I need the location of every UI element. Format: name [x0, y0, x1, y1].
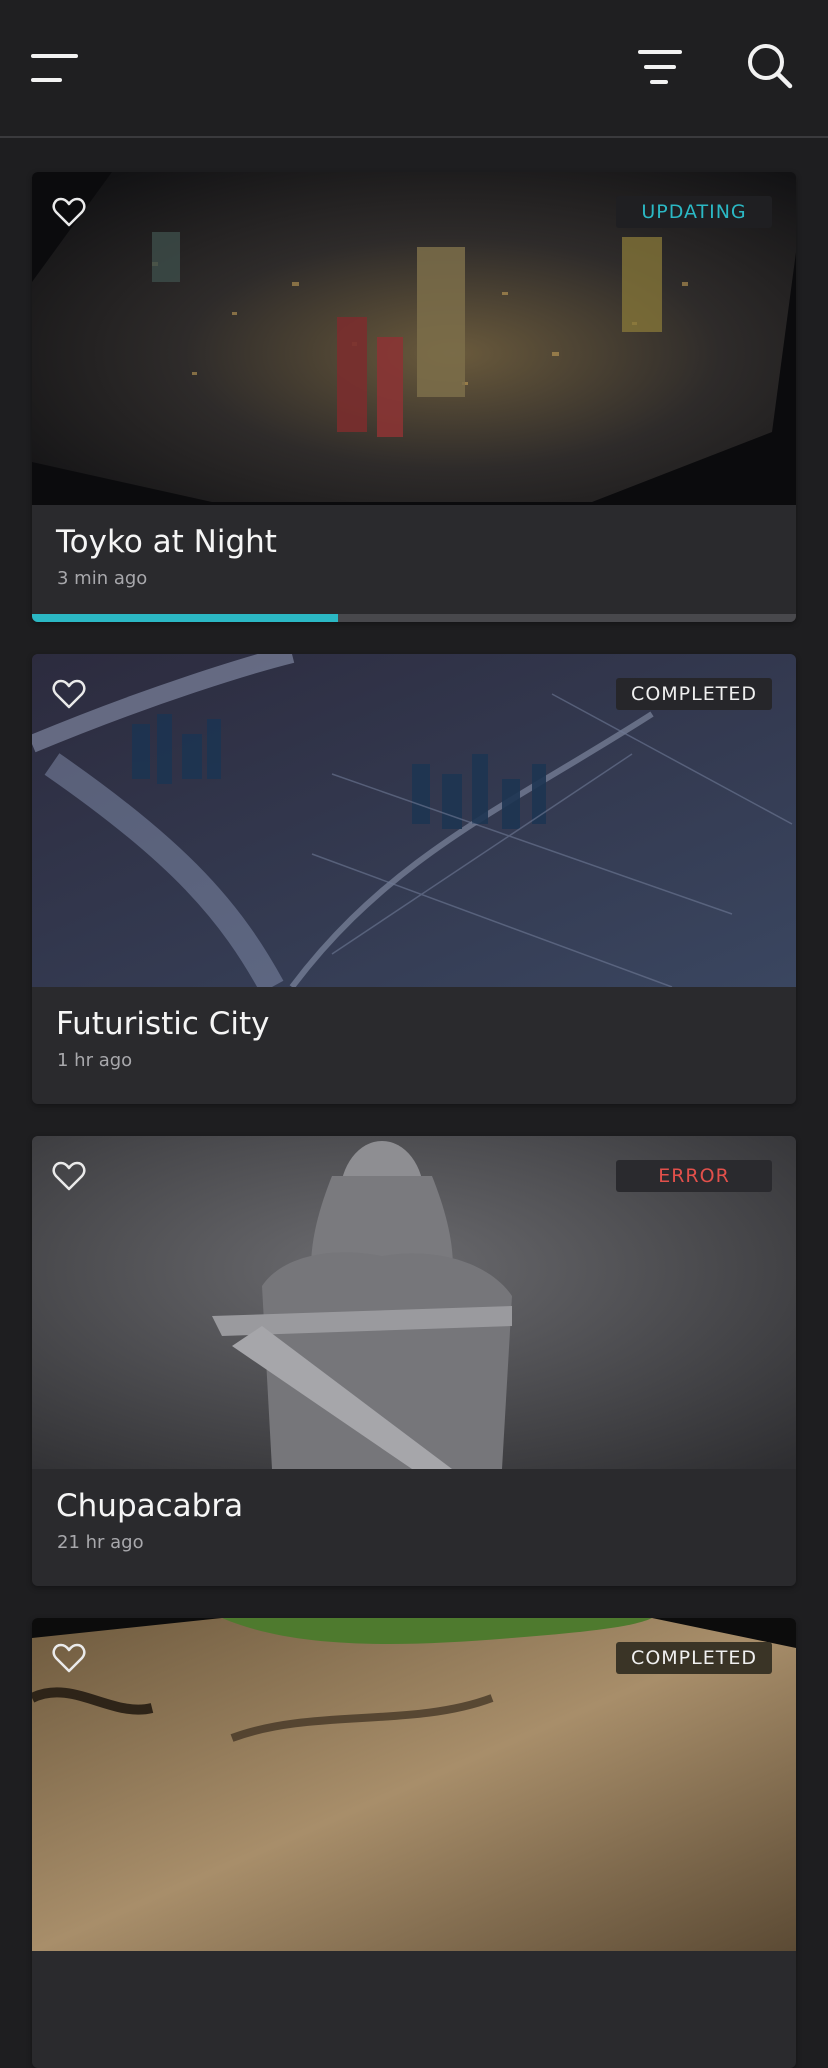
upload-progress-bar — [32, 614, 796, 622]
model-card[interactable]: UPDATING Toyko at Night 3 min ago — [32, 172, 796, 622]
model-card[interactable]: ERROR Chupacabra 21 hr ago — [32, 1136, 796, 1586]
status-badge: UPDATING — [616, 196, 772, 228]
model-thumbnail[interactable]: UPDATING — [32, 172, 796, 505]
model-title: Toyko at Night — [56, 524, 277, 560]
upload-progress-fill — [32, 614, 338, 622]
model-thumbnail[interactable]: COMPLETED — [32, 654, 796, 987]
status-badge: COMPLETED — [616, 1642, 772, 1674]
top-app-bar — [0, 0, 828, 138]
model-title: Chupacabra — [56, 1488, 244, 1524]
favorite-heart-icon[interactable] — [52, 1642, 86, 1674]
menu-icon[interactable] — [30, 48, 80, 88]
model-thumbnail[interactable]: ERROR — [32, 1136, 796, 1469]
model-title: Futuristic City — [56, 1006, 270, 1042]
search-icon[interactable] — [744, 40, 796, 92]
favorite-heart-icon[interactable] — [52, 1160, 86, 1192]
model-timestamp: 3 min ago — [57, 568, 148, 589]
model-card[interactable]: COMPLETED — [32, 1618, 796, 2068]
model-card[interactable]: COMPLETED Futuristic City 1 hr ago — [32, 654, 796, 1104]
model-timestamp: 1 hr ago — [57, 1050, 133, 1071]
model-timestamp: 21 hr ago — [57, 1532, 144, 1553]
filter-icon[interactable] — [634, 46, 686, 90]
model-thumbnail[interactable]: COMPLETED — [32, 1618, 796, 1951]
favorite-heart-icon[interactable] — [52, 678, 86, 710]
status-badge: COMPLETED — [616, 678, 772, 710]
status-badge: ERROR — [616, 1160, 772, 1192]
favorite-heart-icon[interactable] — [52, 196, 86, 228]
